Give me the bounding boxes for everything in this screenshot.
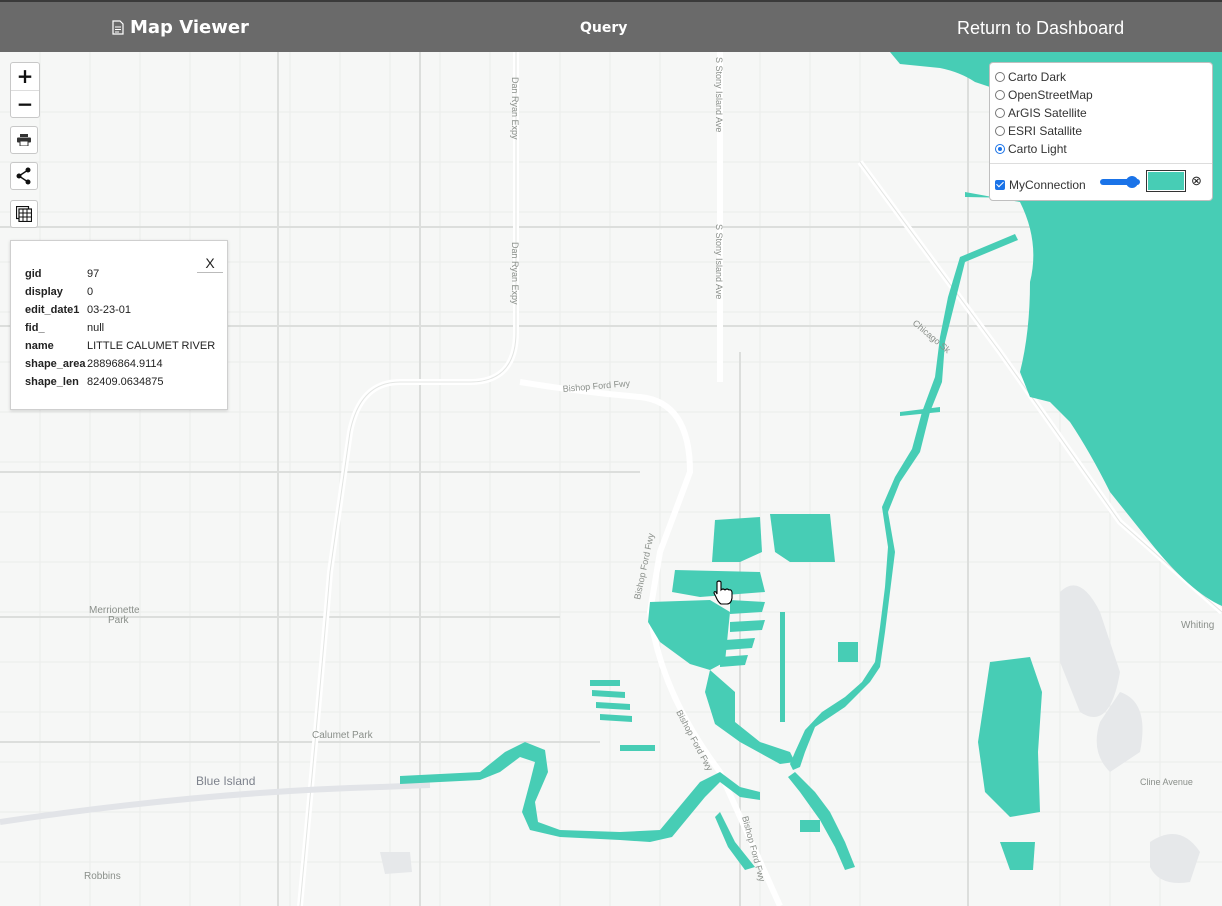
share-button[interactable] [10,162,38,190]
print-button[interactable] [10,126,38,154]
table-row: edit_date1 03-23-01 [25,301,215,319]
base-layer-label: ArGIS Satellite [1008,106,1087,120]
attr-key: name [25,340,54,352]
document-icon [112,20,124,35]
table-row: display 0 [25,283,215,301]
map-label-whiting: Whiting [1181,620,1214,631]
radio-button[interactable] [995,72,1005,82]
base-layer-carto-light[interactable]: Carto Light [995,141,1067,157]
overlay-label: MyConnection [1009,178,1086,192]
overlay-checkbox[interactable] [995,180,1005,190]
feature-info-popup: X gid 97 display 0 edit_date1 03-23-01 fid_… [10,240,228,410]
table-row: gid 97 [25,265,215,283]
map-label-cline-avenue: Cline Avenue [1140,777,1193,787]
attr-value: LITTLE CALUMET RIVER [87,340,216,352]
brand[interactable]: Map Viewer [112,17,249,38]
opacity-slider-thumb[interactable] [1126,176,1138,188]
attr-value: 82409.0634875 [87,376,164,388]
overlay-myconnection[interactable]: MyConnection [995,177,1086,193]
attr-value: 97 [87,268,100,280]
attr-value: 0 [87,286,94,298]
radio-button[interactable] [995,126,1005,136]
table-row: name LITTLE CALUMET RIVER [25,337,215,355]
base-layer-argis-satellite[interactable]: ArGIS Satellite [995,105,1087,121]
base-layer-carto-dark[interactable]: Carto Dark [995,69,1066,85]
base-layer-esri-satallite[interactable]: ESRI Satallite [995,123,1082,139]
attr-key: gid [25,268,42,280]
return-to-dashboard-link[interactable]: Return to Dashboard [957,18,1124,39]
table-row: fid_ null [25,319,215,337]
zoom-control: + − [10,62,40,118]
radio-button-selected[interactable] [995,144,1005,154]
table-row: shape_area 28896864.9114 [25,355,215,373]
map-label-robbins: Robbins [84,871,121,882]
map-label-dan-ryan-expy-2: Dan Ryan Expy [510,242,520,305]
attr-key: shape_area [25,358,86,370]
map-label-park: Park [108,615,130,626]
attr-key: display [25,286,63,298]
attr-key: edit_date1 [25,304,80,316]
base-layer-label: OpenStreetMap [1008,88,1093,102]
zoom-in-button[interactable]: + [11,63,39,90]
app-title: Map Viewer [130,17,249,38]
attr-value: 03-23-01 [87,304,132,316]
zoom-out-button[interactable]: − [11,90,39,118]
base-layer-label: Carto Dark [1008,70,1067,84]
radio-button[interactable] [995,90,1005,100]
print-icon [17,134,31,146]
base-layer-openstreetmap[interactable]: OpenStreetMap [995,87,1093,103]
color-swatch [1148,172,1184,190]
attr-key: fid_ [25,322,45,334]
map-label-calumet-park: Calumet Park [312,730,374,741]
share-icon [16,167,31,185]
radio-button[interactable] [995,108,1005,118]
divider [990,163,1212,164]
attribute-table-button[interactable] [10,200,38,228]
attr-value: 28896864.9114 [87,358,163,370]
table-icon [16,206,32,222]
layer-color-picker[interactable] [1146,170,1186,192]
top-bar: Map Viewer Query Return to Dashboard [0,0,1222,52]
layer-control-panel: Carto Dark OpenStreetMap ArGIS Satellite… [989,62,1213,201]
map-label-blue-island: Blue Island [196,774,255,788]
query-button[interactable]: Query [580,20,627,36]
base-layer-label: Carto Light [1008,142,1067,156]
map-label-stony-island-2: S Stony Island Ave [714,224,724,299]
base-layer-label: ESRI Satallite [1008,124,1083,138]
attr-key: shape_len [25,376,79,388]
table-row: shape_len 82409.0634875 [25,373,215,391]
feature-attributes-table: gid 97 display 0 edit_date1 03-23-01 fid_ nu… [25,265,215,391]
attr-value: null [87,322,105,334]
map-label-dan-ryan-expy-1: Dan Ryan Expy [510,77,520,140]
map-label-stony-island-1: S Stony Island Ave [714,57,724,132]
remove-layer-icon[interactable]: ⊗ [1191,174,1202,188]
